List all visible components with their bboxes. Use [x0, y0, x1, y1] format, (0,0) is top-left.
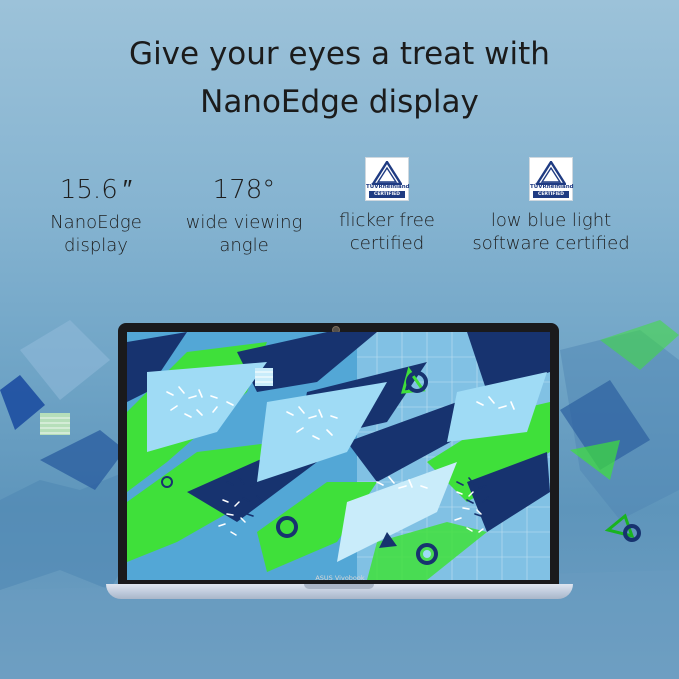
feature-screen-size-desc-line-1: NanoEdge	[50, 212, 142, 233]
screen-wallpaper	[127, 332, 550, 580]
laptop-base	[106, 584, 573, 599]
headline: Give your eyes a treat with NanoEdge dis…	[0, 30, 679, 126]
tuv-brand: TÜVRheinland	[530, 184, 574, 190]
feature-flicker-free-desc: flicker free certified	[322, 209, 452, 255]
tuv-badge-flicker: TÜVRheinland CERTIFIED	[365, 157, 410, 201]
laptop-brand-label: ASUS Vivobook	[315, 574, 365, 582]
feature-screen-size-desc: NanoEdge display	[32, 211, 160, 257]
feature-viewing-angle-desc-line-1: wide viewing	[185, 212, 303, 233]
headline-line-1: Give your eyes a treat with	[129, 36, 550, 72]
tuv-certified-label: CERTIFIED	[533, 191, 569, 198]
feature-viewing-angle-desc: wide viewing angle	[180, 211, 308, 257]
feature-low-blue-light: TÜVRheinland CERTIFIED low blue light so…	[470, 157, 632, 255]
feature-flicker-free-desc-line-1: flicker free	[339, 210, 435, 231]
feature-screen-size: 15.6 ″ NanoEdge display	[32, 175, 160, 257]
feature-viewing-angle-desc-line-2: angle	[219, 235, 269, 256]
tuv-brand: TÜVRheinland	[366, 184, 410, 190]
feature-low-blue-light-desc-line-1: low blue light	[490, 210, 612, 231]
tuv-triangle-icon	[372, 161, 402, 185]
feature-viewing-angle-value: 178°	[212, 175, 276, 205]
tuv-certified-label: CERTIFIED	[369, 191, 405, 198]
laptop-screen	[127, 332, 550, 580]
product-banner: Give your eyes a treat with NanoEdge dis…	[0, 0, 679, 679]
feature-flicker-free: TÜVRheinland CERTIFIED flicker free cert…	[322, 157, 452, 255]
laptop-hinge-notch	[304, 584, 374, 589]
feature-screen-size-desc-line-2: display	[64, 235, 128, 256]
laptop-display	[118, 323, 559, 586]
headline-line-2: NanoEdge display	[200, 84, 479, 120]
tuv-triangle-icon	[536, 161, 566, 185]
feature-low-blue-light-desc-line-2: software certified	[472, 233, 630, 254]
feature-screen-size-value: 15.6 ″	[59, 175, 133, 205]
feature-viewing-angle: 178° wide viewing angle	[180, 175, 308, 257]
tuv-badge-blue-light: TÜVRheinland CERTIFIED	[529, 157, 574, 201]
feature-low-blue-light-desc: low blue light software certified	[470, 209, 632, 255]
feature-flicker-free-desc-line-2: certified	[349, 233, 425, 254]
